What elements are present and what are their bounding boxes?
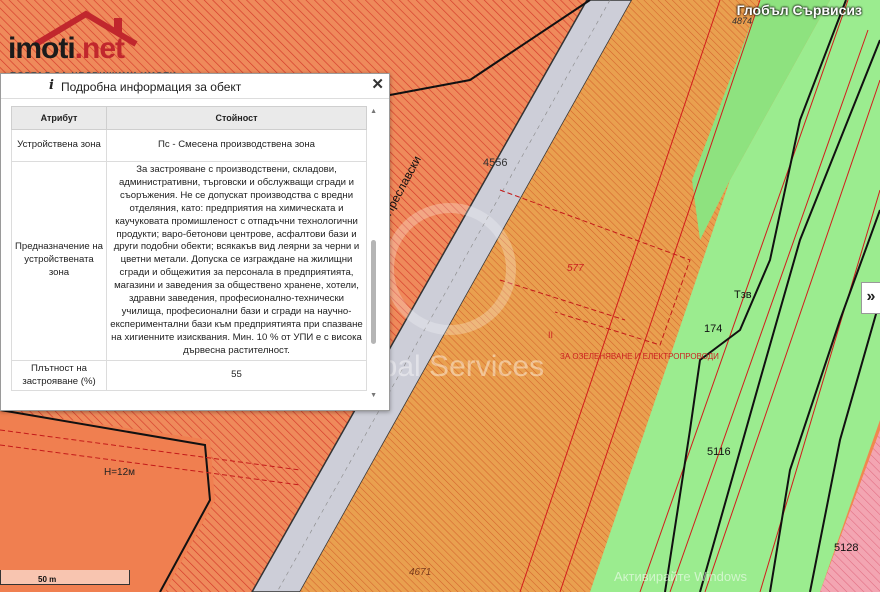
attribute-cell: Предназначение на устройствената зона (11, 161, 107, 361)
table-row: Устройствена зона Пс - Смесена производс… (11, 129, 367, 162)
column-header-attribute: Атрибут (11, 106, 107, 130)
parcel-label-4671: 4671 (409, 567, 432, 578)
activate-windows-notice: Активирайте Windows (614, 569, 747, 584)
logo-text: imoti.net (8, 32, 125, 65)
object-info-popup: i Подробна информация за обект ✕ Атрибут… (0, 73, 390, 411)
parcel-label-577: 577 (567, 263, 584, 274)
value-cell: За застрояване с производствени, складов… (106, 161, 367, 361)
attribute-table: Атрибут Стойност Устройствена зона Пс - … (11, 106, 367, 392)
scale-label: 50 m (38, 575, 57, 584)
parcel-label-5116: 5116 (707, 446, 731, 458)
column-header-value: Стойност (106, 106, 367, 130)
scrollbar-thumb[interactable] (371, 240, 376, 344)
popup-title: Подробна информация за обект (61, 80, 242, 94)
parcel-label-5128: 5128 (834, 542, 859, 554)
parcel-label-174: 174 (704, 323, 723, 335)
scale-bar (0, 570, 130, 585)
scroll-down-arrow[interactable]: ▼ (370, 392, 377, 399)
attribute-cell: Плътност на застрояване (%) (11, 359, 107, 392)
popup-body[interactable]: Атрибут Стойност Устройствена зона Пс - … (11, 106, 379, 402)
info-icon: i (49, 78, 54, 93)
parcel-label-4556: 4556 (483, 157, 508, 169)
roman-label: II (548, 330, 554, 340)
corner-title: Глобъл Сървисиз (736, 2, 862, 18)
table-row: Плътност на застрояване (%) 55 (11, 359, 367, 392)
scroll-up-arrow[interactable]: ▲ (370, 108, 377, 115)
side-panel-toggle-button[interactable]: » (861, 282, 880, 314)
value-cell: 55 (106, 359, 367, 392)
popup-header: i Подробна информация за обект ✕ (1, 74, 389, 99)
value-cell: Пс - Смесена производствена зона (106, 129, 367, 162)
watermark-logo (384, 203, 516, 335)
greenery-note: ЗА ОЗЕЛЕНЯВАНЕ И ЕЛЕКТРОПРОВОДИ (560, 352, 719, 361)
close-icon[interactable]: ✕ (371, 76, 384, 94)
height-label: Н=12м (104, 467, 136, 478)
attribute-cell: Устройствена зона (11, 129, 107, 162)
table-row: Предназначение на устройствената зона За… (11, 161, 367, 361)
zone-code-tzv: Тзв (734, 289, 752, 301)
